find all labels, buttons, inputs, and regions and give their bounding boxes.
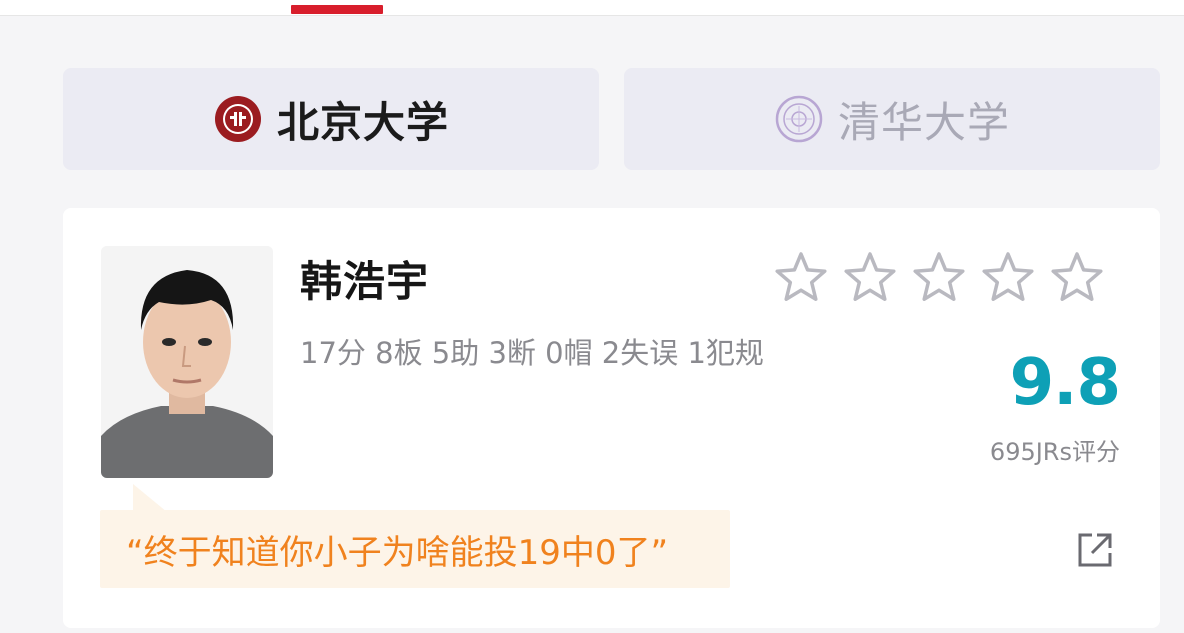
peking-university-logo-icon (213, 94, 263, 144)
top-tab-bar (0, 0, 1184, 16)
star-icon[interactable] (842, 250, 898, 306)
average-score: 9.8 (1009, 346, 1121, 420)
star-icon[interactable] (773, 250, 829, 306)
top-comment-bubble[interactable]: “终于知道你小子为啥能投19中0了” (100, 510, 730, 588)
team-tab-peking[interactable]: 北京大学 (63, 68, 599, 170)
active-tab-indicator (291, 5, 383, 14)
team-tab-tsinghua[interactable]: 清华大学 (624, 68, 1160, 170)
team-name-home: 北京大学 (276, 97, 449, 147)
player-name: 韩浩宇 (300, 257, 430, 306)
share-external-icon[interactable] (1075, 530, 1115, 570)
player-rating-card: 韩浩宇 17分 8板 5助 3断 0帽 2失误 1犯规 9.8 695JRs评分… (63, 208, 1160, 628)
top-comment-text: “终于知道你小子为啥能投19中0了” (126, 532, 669, 573)
rating-count: 695JRs评分 (989, 438, 1120, 466)
tsinghua-university-logo-icon (774, 94, 824, 144)
comment-bubble-tail (133, 484, 167, 512)
star-icon[interactable] (980, 250, 1036, 306)
player-photo (101, 246, 273, 478)
star-icon[interactable] (911, 250, 967, 306)
star-icon[interactable] (1049, 250, 1105, 306)
page: 北京大学 清华大学 韩浩宇 17分 8板 5助 3断 0帽 2失误 1犯规 9.… (0, 0, 1184, 633)
player-stat-line: 17分 8板 5助 3断 0帽 2失误 1犯规 (300, 336, 764, 370)
star-rating[interactable] (773, 250, 1105, 306)
team-name-away: 清华大学 (837, 97, 1010, 147)
